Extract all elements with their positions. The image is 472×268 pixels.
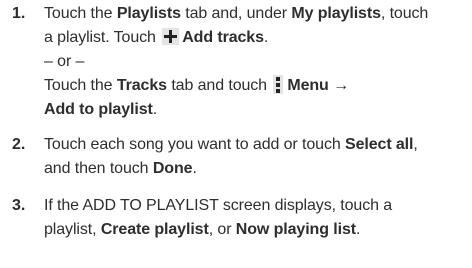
tracks-tab-label: Tracks [116,77,167,94]
step-line: a playlist. Touch Add tracks. [44,26,468,50]
step-number: 3. [12,197,26,214]
add-tracks-label: Add tracks [182,29,264,46]
step-line: and then touch Done. [44,157,468,181]
step-number: 2. [12,136,26,153]
add-to-playlist-label: Add to playlist [44,101,153,118]
text: and then touch [44,160,153,177]
or-separator: – or – [44,50,468,74]
text: playlist, [44,221,101,238]
step-number: 1. [12,5,26,22]
step-line: If the ADD TO PLAYLIST screen displays, … [44,194,468,218]
step-line: playlist, Create playlist, or Now playin… [44,218,468,242]
menu-icon [273,75,284,94]
text: If the ADD TO PLAYLIST screen displays, … [44,197,393,214]
text: tab and touch [166,77,272,94]
plus-icon [162,28,180,45]
text: , [413,136,418,153]
step-text: If the ADD TO PLAYLIST screen displays, … [44,194,468,242]
create-playlist-label: Create playlist [100,221,209,238]
text: . [263,29,269,46]
text: . [355,221,361,238]
text: tab and, under [180,5,292,22]
step-text: Touch the Playlists tab and, under My pl… [44,2,468,122]
instruction-list: 1. Touch the Playlists tab and, under My… [0,0,472,268]
text: Touch the [44,77,117,94]
text: a playlist. Touch [44,29,161,46]
text: – or – [44,53,85,70]
now-playing-list-label: Now playing list [235,221,356,238]
text: . [152,101,158,118]
step-line: Touch each song you want to add or touch… [44,133,468,157]
step-text: Touch each song you want to add or touch… [44,133,468,181]
done-label: Done [152,160,193,177]
text: Touch the [44,5,117,22]
text: , or [208,221,236,238]
text: , touch [380,5,429,22]
my-playlists-label: My playlists [291,5,381,22]
step-line: Add to playlist. [44,98,468,122]
select-all-label: Select all [345,136,414,153]
text: . [192,160,197,177]
text: Touch each song you want to add or touch [44,136,345,153]
playlists-tab-label: Playlists [116,5,181,22]
step-line: Touch the Tracks tab and touch Menu → [44,74,468,98]
step-line: Touch the Playlists tab and, under My pl… [44,2,468,26]
menu-label: Menu → [287,77,349,94]
